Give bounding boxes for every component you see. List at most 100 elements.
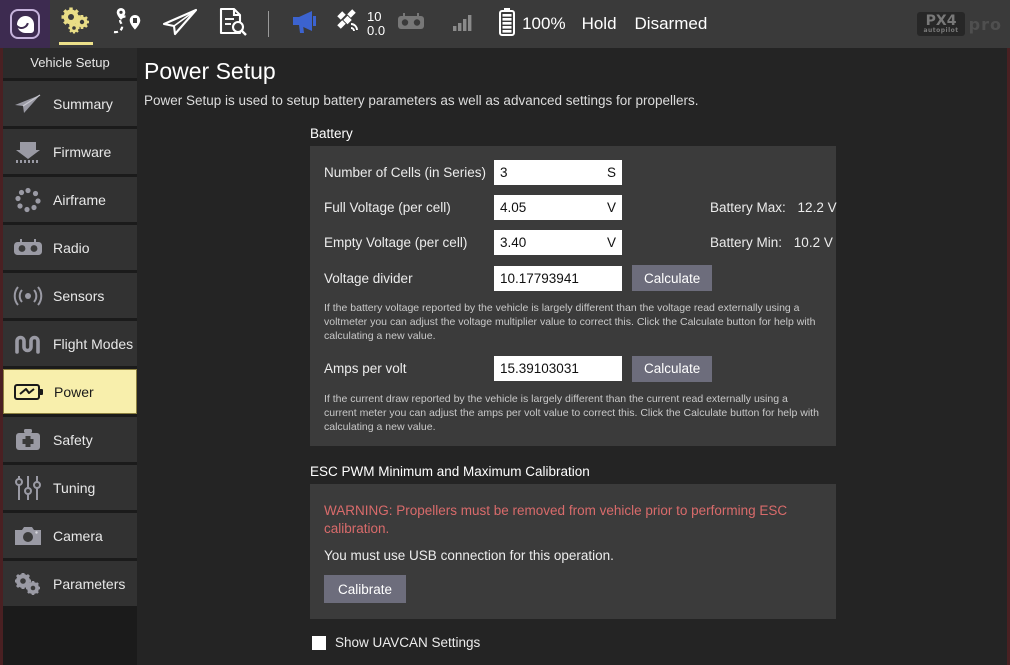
- document-search-icon: [216, 6, 248, 43]
- toolbar-fly-button[interactable]: [154, 0, 206, 48]
- show-uavcan-settings-row[interactable]: Show UAVCAN Settings: [312, 635, 1007, 650]
- amps-per-volt-help: If the current draw reported by the vehi…: [324, 392, 822, 435]
- voltage-divider-input[interactable]: 10.17793941: [494, 266, 622, 291]
- esc-panel: WARNING: Propellers must be removed from…: [310, 484, 836, 619]
- battery-max-value: 12.2 V: [798, 200, 837, 215]
- sidebar-item-label: Firmware: [53, 144, 111, 160]
- sidebar-item-camera[interactable]: Camera: [3, 513, 137, 558]
- camera-icon: [13, 523, 43, 549]
- safety-kit-icon: [13, 427, 43, 453]
- battery-min-label: Battery Min:: [710, 235, 782, 250]
- sidebar-item-airframe[interactable]: Airframe: [3, 177, 137, 222]
- page-title: Power Setup: [144, 58, 1007, 85]
- toolbar-rc-status[interactable]: [385, 0, 437, 48]
- toolbar-battery-status[interactable]: 100%: [489, 0, 567, 48]
- sidebar-item-sensors[interactable]: Sensors: [3, 273, 137, 318]
- cells-input[interactable]: 3 S: [494, 160, 622, 185]
- arm-state-label: Disarmed: [635, 14, 708, 34]
- empty-voltage-row: Empty Voltage (per cell) 3.40 V Battery …: [324, 230, 822, 255]
- parameters-gears-icon: [13, 571, 43, 597]
- amps-per-volt-label: Amps per volt: [324, 361, 494, 376]
- sidebar-title: Vehicle Setup: [3, 48, 137, 78]
- sidebar-item-summary[interactable]: Summary: [3, 81, 137, 126]
- sidebar-item-tuning[interactable]: Tuning: [3, 465, 137, 510]
- voltage-divider-label: Voltage divider: [324, 271, 494, 286]
- rc-controller-icon: [13, 235, 43, 261]
- sidebar-item-power[interactable]: Power: [3, 369, 137, 414]
- battery-percent-label: 100%: [522, 14, 565, 34]
- px4-pro-brand-logo: PX4 autopilot pro: [917, 12, 1002, 36]
- paper-plane-icon: [162, 7, 198, 42]
- toolbar-vehicle-setup-button[interactable]: [50, 0, 102, 48]
- empty-voltage-input[interactable]: 3.40 V: [494, 230, 622, 255]
- amps-per-volt-input[interactable]: 15.39103031: [494, 356, 622, 381]
- empty-voltage-value: 3.40: [500, 235, 607, 250]
- signal-bars-icon: [452, 13, 474, 36]
- sidebar-item-label: Tuning: [53, 480, 95, 496]
- sidebar-item-label: Radio: [53, 240, 90, 256]
- battery-min-value: 10.2 V: [794, 235, 833, 250]
- show-uavcan-settings-checkbox[interactable]: [312, 636, 326, 650]
- satellite-icon: [335, 8, 363, 41]
- sidebar-item-safety[interactable]: Safety: [3, 417, 137, 462]
- cells-label: Number of Cells (in Series): [324, 165, 494, 180]
- px4-logo-box: PX4 autopilot: [917, 12, 964, 36]
- gps-status-group[interactable]: 10 0.0: [331, 8, 385, 41]
- gps-satellite-count: 10: [367, 10, 385, 24]
- battery-icon: [499, 8, 515, 41]
- toolbar-arm-state[interactable]: Disarmed: [619, 0, 710, 48]
- paper-plane-icon: [13, 91, 43, 117]
- sidebar-item-firmware[interactable]: Firmware: [3, 129, 137, 174]
- battery-max-label: Battery Max:: [710, 200, 786, 215]
- show-uavcan-settings-label: Show UAVCAN Settings: [335, 635, 480, 650]
- toolbar-rc-signal[interactable]: [437, 0, 489, 48]
- sidebar-item-label: Summary: [53, 96, 113, 112]
- px4-brand-pro: pro: [969, 15, 1002, 34]
- esc-calibrate-button[interactable]: Calibrate: [324, 575, 406, 603]
- voltage-divider-value: 10.17793941: [500, 271, 616, 286]
- voltage-divider-row: Voltage divider 10.17793941 Calculate: [324, 265, 822, 291]
- sidebar-item-label: Sensors: [53, 288, 104, 304]
- main-toolbar: 10 0.0: [0, 0, 1010, 48]
- tuning-sliders-icon: [13, 475, 43, 501]
- full-voltage-input[interactable]: 4.05 V: [494, 195, 622, 220]
- megaphone-icon: [290, 9, 320, 40]
- sidebar-item-label: Camera: [53, 528, 103, 544]
- voltage-divider-calculate-button[interactable]: Calculate: [632, 265, 712, 291]
- amps-per-volt-value: 15.39103031: [500, 361, 616, 376]
- toolbar-analyze-button[interactable]: [206, 0, 258, 48]
- power-battery-icon: [14, 379, 44, 405]
- qgroundcontrol-logo-icon: [10, 9, 40, 39]
- toolbar-plan-button[interactable]: [102, 0, 154, 48]
- power-setup-content: Power Setup Power Setup is used to setup…: [137, 48, 1007, 665]
- flight-mode-label: Hold: [582, 14, 617, 34]
- gps-hdop-value: 0.0: [367, 24, 385, 38]
- battery-panel: Number of Cells (in Series) 3 S Full Vol…: [310, 146, 836, 446]
- cells-unit: S: [607, 165, 616, 180]
- sidebar-item-radio[interactable]: Radio: [3, 225, 137, 270]
- battery-section-heading: Battery: [310, 126, 1007, 141]
- voltage-divider-help: If the battery voltage reported by the v…: [324, 301, 822, 344]
- empty-voltage-label: Empty Voltage (per cell): [324, 235, 494, 250]
- sidebar-item-parameters[interactable]: Parameters: [3, 561, 137, 606]
- waypoints-icon: [111, 6, 145, 43]
- cells-row: Number of Cells (in Series) 3 S: [324, 160, 822, 185]
- battery-min-readout: Battery Min: 10.2 V: [710, 235, 833, 250]
- vehicle-setup-sidebar: Vehicle Setup Summary Firmware: [0, 48, 137, 665]
- sidebar-item-label: Power: [54, 384, 94, 400]
- sensors-waves-icon: [13, 283, 43, 309]
- toolbar-messages-button[interactable]: [279, 0, 331, 48]
- sidebar-item-flight-modes[interactable]: Flight Modes: [3, 321, 137, 366]
- cells-value: 3: [500, 165, 607, 180]
- full-voltage-label: Full Voltage (per cell): [324, 200, 494, 215]
- rc-controller-icon: [397, 12, 425, 37]
- gears-icon: [60, 7, 92, 42]
- amps-per-volt-calculate-button[interactable]: Calculate: [632, 356, 712, 382]
- qgroundcontrol-logo-button[interactable]: [0, 0, 50, 48]
- flight-modes-icon: [13, 331, 43, 357]
- esc-warning-text: WARNING: Propellers must be removed from…: [324, 502, 794, 538]
- toolbar-flight-mode[interactable]: Hold: [568, 0, 619, 48]
- sidebar-item-label: Flight Modes: [53, 336, 133, 352]
- full-voltage-unit: V: [607, 200, 616, 215]
- full-voltage-value: 4.05: [500, 200, 607, 215]
